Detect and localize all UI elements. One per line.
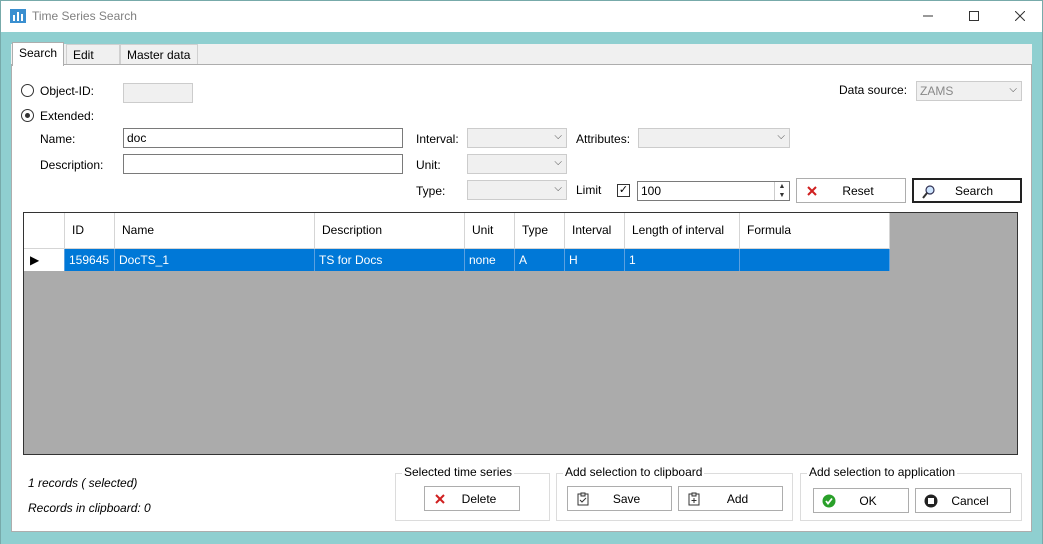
object-id-radio[interactable] bbox=[21, 84, 34, 97]
chevron-down-icon: ⌵ bbox=[777, 131, 785, 142]
search-label: Search bbox=[954, 183, 994, 198]
column-header-description[interactable]: Description bbox=[315, 213, 465, 249]
description-label: Description: bbox=[40, 158, 104, 172]
chevron-down-icon: ⌵ bbox=[554, 131, 562, 142]
records-status: 1 records ( selected) bbox=[28, 476, 138, 490]
limit-label: Limit bbox=[576, 183, 602, 197]
time-series-search-window: Time Series Search Search Edit Master da… bbox=[0, 0, 1043, 544]
object-id-field[interactable] bbox=[123, 83, 193, 103]
data-source-select[interactable]: ZAMS ⌵ bbox=[916, 81, 1022, 101]
cell-interval[interactable]: H bbox=[565, 249, 625, 271]
tab-edit[interactable]: Edit bbox=[66, 44, 120, 65]
minimize-icon bbox=[923, 15, 933, 17]
grid-header: ID Name Description Unit Type Interval L… bbox=[24, 213, 890, 249]
cell-name[interactable]: DocTS_1 bbox=[115, 249, 315, 271]
column-header-type[interactable]: Type bbox=[515, 213, 565, 249]
type-label: Type: bbox=[416, 184, 446, 198]
interval-label: Interval: bbox=[416, 132, 459, 146]
column-header-name[interactable]: Name bbox=[115, 213, 315, 249]
cancel-button[interactable]: Cancel bbox=[915, 488, 1011, 513]
column-header-interval[interactable]: Interval bbox=[565, 213, 625, 249]
clipboard-status: Records in clipboard: 0 bbox=[28, 501, 151, 515]
object-id-label: Object-ID: bbox=[40, 84, 95, 98]
frame-top bbox=[1, 32, 1042, 44]
data-source-value: ZAMS bbox=[920, 84, 954, 98]
tab-master-data[interactable]: Master data bbox=[120, 44, 198, 65]
type-select[interactable]: ⌵ bbox=[467, 180, 567, 200]
unit-label: Unit: bbox=[416, 158, 441, 172]
description-field[interactable] bbox=[123, 154, 403, 174]
save-label: Save bbox=[612, 491, 641, 506]
name-label: Name: bbox=[40, 132, 76, 146]
limit-checkbox[interactable]: ✓ bbox=[617, 184, 630, 197]
cancel-label: Cancel bbox=[951, 493, 989, 508]
frame-right bbox=[1032, 32, 1042, 543]
frame-left bbox=[1, 32, 11, 543]
attributes-label: Attributes: bbox=[576, 132, 631, 146]
delete-button[interactable]: Delete bbox=[424, 486, 520, 511]
title-bar: Time Series Search bbox=[1, 1, 1042, 32]
data-source-label: Data source: bbox=[839, 83, 908, 97]
cell-unit[interactable]: none bbox=[465, 249, 515, 271]
chart-app-icon bbox=[10, 9, 26, 23]
add-label: Add bbox=[726, 491, 749, 506]
reset-label: Reset bbox=[842, 183, 874, 198]
row-pointer-icon[interactable]: ▶ bbox=[24, 249, 65, 271]
attributes-select[interactable]: ⌵ bbox=[638, 128, 790, 148]
cell-id[interactable]: 159645 bbox=[65, 249, 115, 271]
extended-label: Extended: bbox=[40, 109, 95, 123]
ok-button[interactable]: OK bbox=[813, 488, 909, 513]
cell-formula[interactable] bbox=[740, 249, 890, 271]
close-icon bbox=[1015, 11, 1025, 21]
column-header-unit[interactable]: Unit bbox=[465, 213, 515, 249]
search-button[interactable]: Search bbox=[912, 178, 1022, 203]
cell-type[interactable]: A bbox=[515, 249, 565, 271]
ok-label: OK bbox=[859, 493, 877, 508]
results-grid[interactable]: ID Name Description Unit Type Interval L… bbox=[23, 212, 1018, 455]
row-header-corner bbox=[24, 213, 65, 249]
limit-spinner[interactable]: 100 ▲ ▼ bbox=[637, 181, 790, 201]
minimize-button[interactable] bbox=[905, 1, 951, 31]
delete-label: Delete bbox=[461, 491, 497, 506]
limit-value: 100 bbox=[641, 184, 662, 198]
spinner-arrows-icon[interactable]: ▲ ▼ bbox=[774, 182, 789, 200]
clipboard-group-title: Add selection to clipboard bbox=[563, 465, 705, 479]
maximize-button[interactable] bbox=[951, 1, 997, 31]
chevron-down-icon: ⌵ bbox=[554, 183, 562, 194]
chevron-down-icon: ⌵ bbox=[554, 157, 562, 168]
column-header-length-of-interval[interactable]: Length of interval bbox=[625, 213, 740, 249]
reset-button[interactable]: Reset bbox=[796, 178, 906, 203]
add-button[interactable]: Add bbox=[678, 486, 783, 511]
tab-search[interactable]: Search bbox=[12, 42, 64, 66]
window-title: Time Series Search bbox=[32, 9, 137, 23]
cell-description[interactable]: TS for Docs bbox=[315, 249, 465, 271]
close-button[interactable] bbox=[997, 1, 1043, 31]
column-header-formula[interactable]: Formula bbox=[740, 213, 890, 249]
save-button[interactable]: Save bbox=[567, 486, 672, 511]
chevron-down-icon: ⌵ bbox=[1009, 84, 1017, 95]
table-row[interactable]: ▶ 159645 DocTS_1 TS for Docs none A H 1 bbox=[24, 249, 890, 271]
unit-select[interactable]: ⌵ bbox=[467, 154, 567, 174]
column-header-id[interactable]: ID bbox=[65, 213, 115, 249]
application-group-title: Add selection to application bbox=[807, 465, 958, 479]
selected-time-series-title: Selected time series bbox=[402, 465, 515, 479]
frame-bottom bbox=[1, 532, 1042, 544]
maximize-icon bbox=[969, 11, 979, 21]
interval-select[interactable]: ⌵ bbox=[467, 128, 567, 148]
cell-length-of-interval[interactable]: 1 bbox=[625, 249, 740, 271]
extended-radio[interactable] bbox=[21, 109, 34, 122]
name-field[interactable]: doc bbox=[123, 128, 403, 148]
